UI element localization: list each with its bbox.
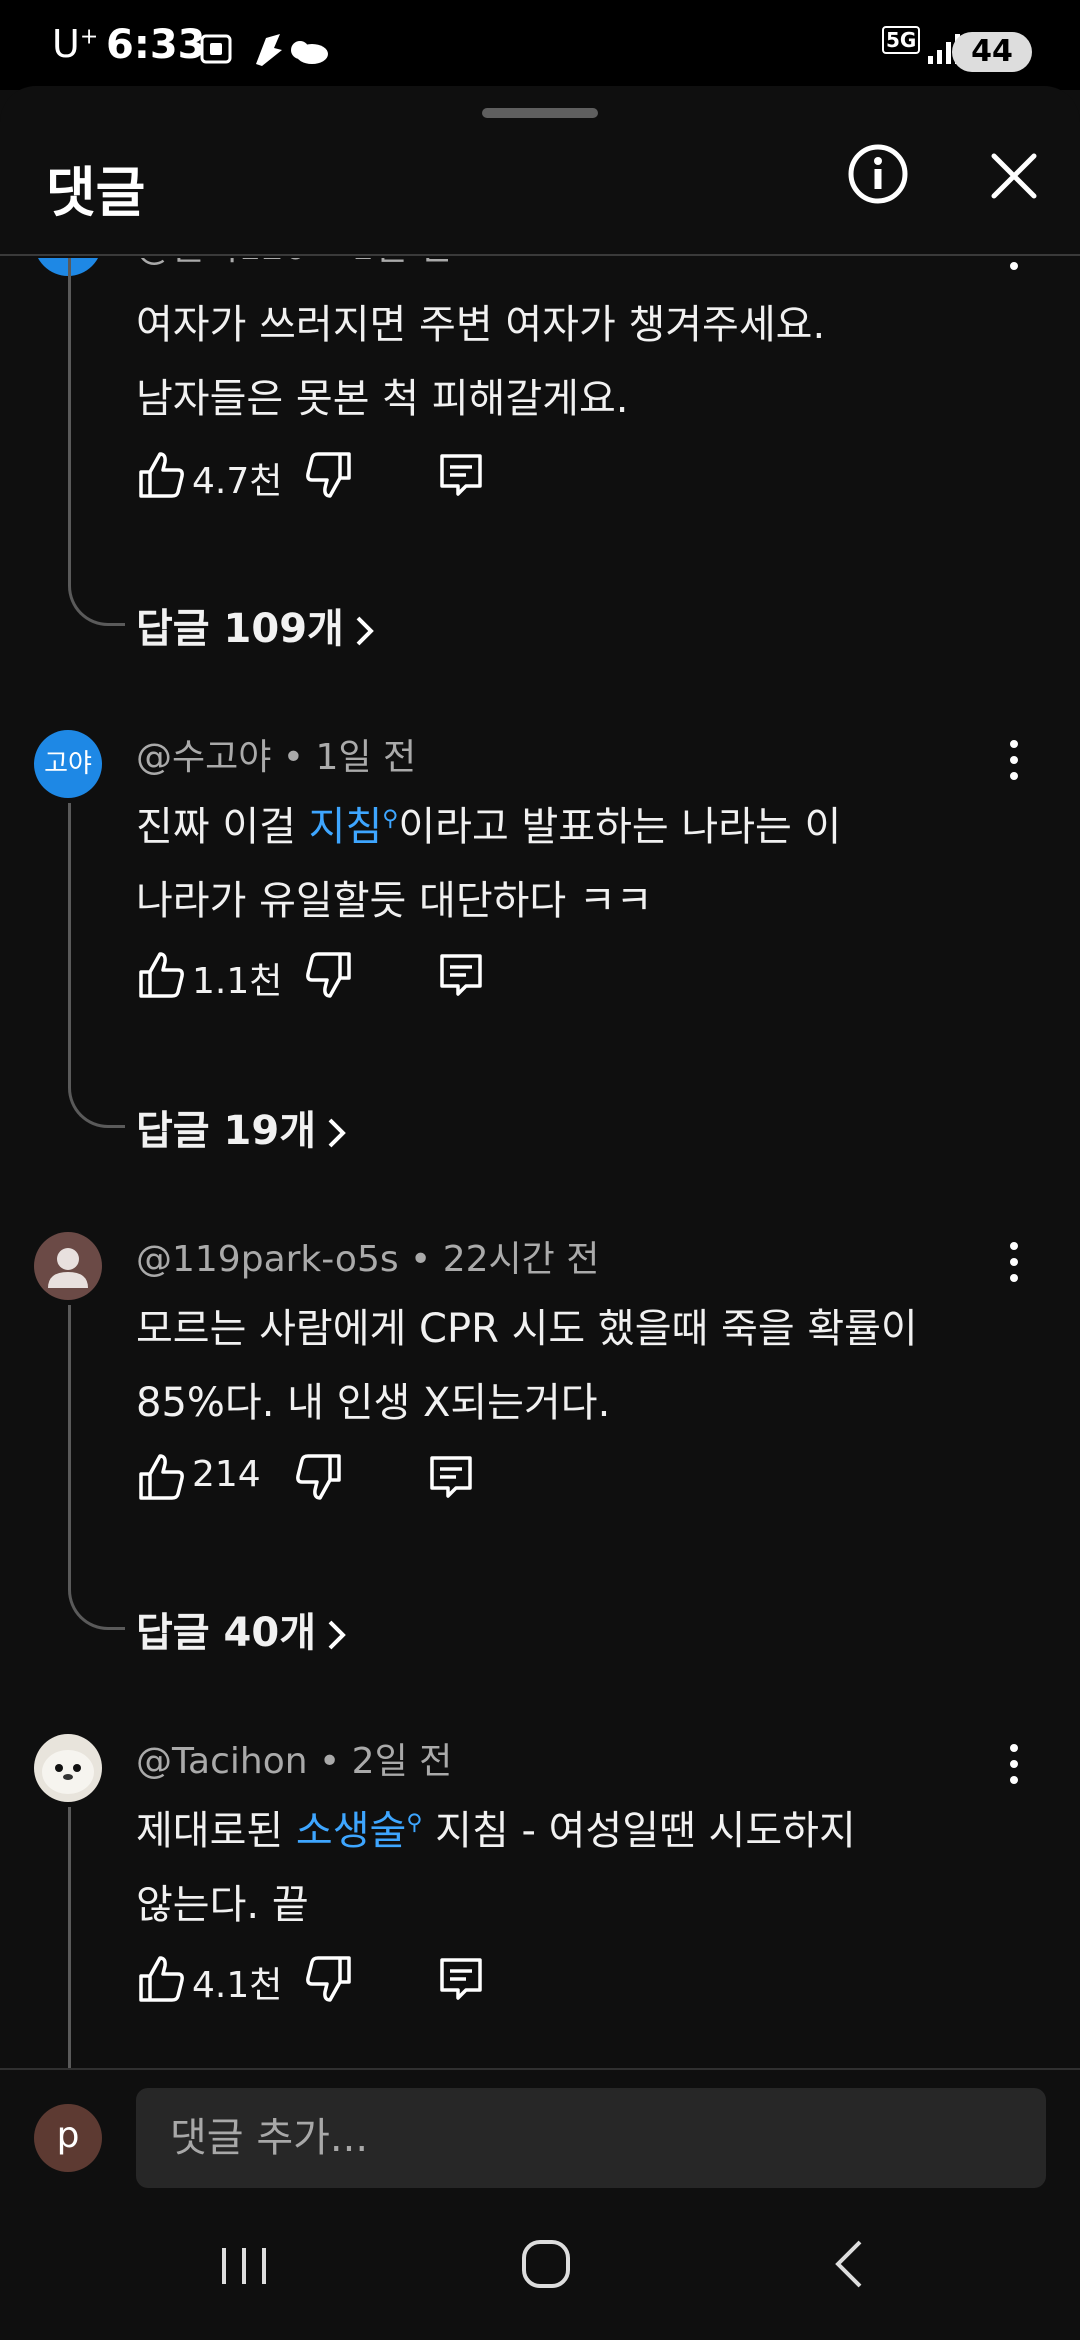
like-count: 1.1천 xyxy=(192,961,283,1002)
comment-composer: p xyxy=(0,2068,1080,2190)
thumbs-down-icon[interactable] xyxy=(294,1452,344,1502)
thread-line xyxy=(68,803,125,1128)
comment-actions: 4.1천 xyxy=(136,1950,536,2010)
comment-meta: @수고야 • 1일 전 xyxy=(136,737,417,778)
notification-icons xyxy=(200,34,328,66)
back-icon[interactable] xyxy=(810,2230,890,2300)
comment-item: 플릭 @플릭120 • 1일 전 여자가 쓰러지면 주변 여자가 챙겨주세요. … xyxy=(0,258,1080,648)
thumbs-up-icon[interactable] xyxy=(136,450,186,500)
thread-line xyxy=(68,258,125,626)
info-icon[interactable] xyxy=(846,142,910,206)
like-count: 214 xyxy=(192,1454,261,1495)
comment-actions: 1.1천 xyxy=(136,946,536,1006)
comment-text: 여자가 쓰러지면 주변 여자가 챙겨주세요. xyxy=(136,302,826,348)
search-icon: ⚲ xyxy=(406,1810,423,1836)
page-title: 댓글 xyxy=(46,161,146,224)
clock: 6:33 xyxy=(106,22,206,68)
more-options-icon[interactable] xyxy=(1004,1240,1024,1284)
search-link[interactable]: 소생술⚲ xyxy=(296,1808,423,1854)
system-nav-bar xyxy=(0,2190,1080,2340)
like-count: 4.7천 xyxy=(192,461,283,502)
comment-text: 제대로된 소생술⚲ 지침 - 여성일땐 시도하지 xyxy=(136,1808,856,1854)
avatar[interactable] xyxy=(34,1232,102,1300)
comment-meta: @Tacihon • 2일 전 xyxy=(136,1741,453,1782)
more-options-icon[interactable] xyxy=(1004,258,1024,272)
comment-text: 85%다. 내 인생 X되는거다. xyxy=(136,1380,611,1426)
thumbs-down-icon[interactable] xyxy=(304,950,354,1000)
thumbs-up-icon[interactable] xyxy=(136,1452,186,1502)
view-replies-button[interactable]: 답글 109개 xyxy=(136,596,376,654)
thumbs-down-icon[interactable] xyxy=(304,450,354,500)
my-avatar[interactable]: p xyxy=(34,2104,102,2172)
like-count: 4.1천 xyxy=(192,1965,283,2006)
home-icon[interactable] xyxy=(506,2230,586,2300)
header-divider xyxy=(0,254,1080,256)
reply-icon[interactable] xyxy=(426,1452,476,1502)
chevron-right-icon xyxy=(328,1620,346,1650)
comment-actions: 4.7천 xyxy=(136,446,536,506)
thumbs-up-icon[interactable] xyxy=(136,1954,186,2004)
comment-meta: @119park-o5s • 22시간 전 xyxy=(136,1239,600,1280)
thread-line xyxy=(68,1305,125,1630)
avatar[interactable]: 고야 xyxy=(34,730,102,798)
status-bar: U+ 6:33 5G 44 xyxy=(0,0,1080,90)
reply-icon[interactable] xyxy=(436,950,486,1000)
comment-actions: 214 xyxy=(136,1448,536,1508)
comment-list: 플릭 @플릭120 • 1일 전 여자가 쓰러지면 주변 여자가 챙겨주세요. … xyxy=(0,258,1080,2068)
avatar[interactable] xyxy=(34,1734,102,1802)
view-replies-button[interactable]: 답글 19개 xyxy=(136,1098,348,1156)
thumbs-down-icon[interactable] xyxy=(304,1954,354,2004)
chevron-right-icon xyxy=(356,616,374,646)
thread-line xyxy=(68,1807,71,2068)
search-link[interactable]: 지침⚲ xyxy=(309,804,399,850)
comment-text: 남자들은 못본 척 피해갈게요. xyxy=(136,376,629,422)
more-options-icon[interactable] xyxy=(1004,1742,1024,1786)
battery-indicator: 44 xyxy=(952,32,1032,72)
comment-text: 모르는 사람에게 CPR 시도 했을때 죽을 확률이 xyxy=(136,1306,918,1352)
reply-icon[interactable] xyxy=(436,1954,486,2004)
search-icon: ⚲ xyxy=(382,806,399,832)
comment-text: 않는다. 끝 xyxy=(136,1882,309,1928)
more-options-icon[interactable] xyxy=(1004,738,1024,782)
carrier-label: U+ xyxy=(52,22,99,66)
sheet-header: 댓글 xyxy=(0,126,1080,226)
close-icon[interactable] xyxy=(982,144,1046,208)
comment-input[interactable] xyxy=(136,2088,1046,2188)
comment-text: 진짜 이걸 지침⚲이라고 발표하는 나라는 이 xyxy=(136,804,842,850)
chevron-right-icon xyxy=(328,1118,346,1148)
recent-apps-icon[interactable] xyxy=(204,2230,284,2300)
comment-text: 나라가 유일할듯 대단하다 ㅋㅋ xyxy=(136,878,653,924)
reply-icon[interactable] xyxy=(436,450,486,500)
thumbs-up-icon[interactable] xyxy=(136,950,186,1000)
drag-handle[interactable] xyxy=(482,108,598,118)
comment-meta: @플릭120 • 1일 전 xyxy=(136,258,452,270)
view-replies-button[interactable]: 답글 40개 xyxy=(136,1600,348,1658)
seal-avatar-image xyxy=(42,1750,94,1794)
default-avatar-icon xyxy=(48,1248,88,1288)
